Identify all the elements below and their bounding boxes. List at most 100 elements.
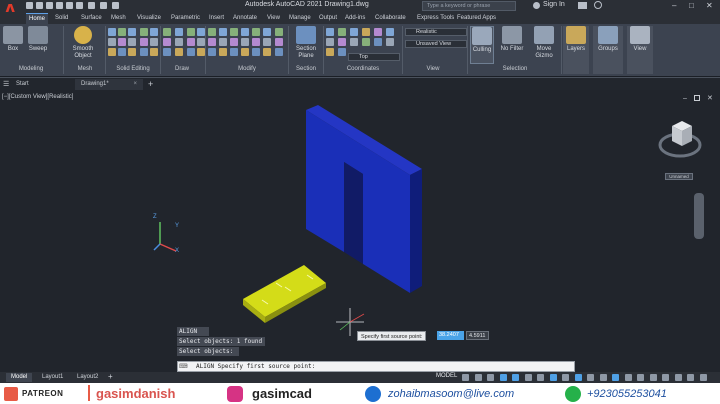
redo-icon[interactable] [100, 2, 107, 9]
ribbon-tool-icon[interactable] [140, 28, 148, 36]
view-panel-button[interactable]: View [627, 26, 653, 74]
ribbon-tool-icon[interactable] [219, 38, 227, 46]
ribbon-tool-icon[interactable] [219, 48, 227, 56]
status-toggle-icon[interactable] [537, 374, 544, 381]
ribbon-tool-icon[interactable] [108, 38, 116, 46]
status-toggle-icon[interactable] [499, 374, 507, 381]
ribbon-tool-icon[interactable] [187, 38, 195, 46]
ribbon-tool-icon[interactable] [338, 38, 346, 46]
tab-layout2[interactable]: Layout2 [72, 373, 103, 382]
model-space[interactable]: Z Y X [0, 90, 720, 372]
close-icon[interactable]: ✕ [706, 1, 713, 10]
tab-surface[interactable]: Surface [78, 13, 105, 24]
status-toggle-icon[interactable] [462, 374, 469, 381]
ribbon-tool-icon[interactable] [128, 28, 136, 36]
status-toggle-icon[interactable] [674, 374, 682, 381]
blue-wall-solid[interactable] [306, 105, 422, 293]
ribbon-tool-icon[interactable] [350, 38, 358, 46]
ribbon-tool-icon[interactable] [150, 38, 158, 46]
ribbon-tool-icon[interactable] [175, 28, 183, 36]
ribbon-tool-icon[interactable] [326, 38, 334, 46]
ribbon-tool-icon[interactable] [163, 48, 171, 56]
status-toggle-icon[interactable] [687, 374, 694, 381]
tab-visualize[interactable]: Visualize [134, 13, 164, 24]
ribbon-tool-icon[interactable] [208, 38, 216, 46]
layers-button[interactable]: Layers [563, 26, 589, 74]
ribbon-tool-icon[interactable] [187, 28, 195, 36]
visual-style-dropdown[interactable]: Realistic [405, 28, 467, 36]
ribbon-tool-icon[interactable] [163, 38, 171, 46]
tab-collaborate[interactable]: Collaborate [372, 13, 409, 24]
print-icon[interactable] [76, 2, 83, 9]
section-plane-button[interactable]: Section Plane [293, 26, 319, 60]
search-input[interactable]: Type a keyword or phrase [422, 1, 516, 11]
tab-annotate[interactable]: Annotate [230, 13, 260, 24]
ribbon-tool-icon[interactable] [275, 38, 283, 46]
ribbon-tool-icon[interactable] [128, 48, 136, 56]
ribbon-tool-icon[interactable] [263, 48, 271, 56]
ribbon-tool-icon[interactable] [374, 38, 382, 46]
status-toggle-icon[interactable] [612, 374, 619, 381]
sweep-button[interactable]: Sweep [26, 26, 50, 52]
ribbon-tool-icon[interactable] [219, 28, 227, 36]
ribbon-tool-icon[interactable] [230, 48, 238, 56]
ribbon-tool-icon[interactable] [187, 48, 195, 56]
ribbon-tool-icon[interactable] [230, 38, 238, 46]
maximize-icon[interactable]: □ [689, 1, 694, 10]
status-toggle-icon[interactable] [649, 374, 657, 381]
share-icon[interactable] [112, 2, 119, 9]
ribbon-tool-icon[interactable] [108, 48, 116, 56]
tab-view[interactable]: View [264, 13, 283, 24]
ribbon-tool-icon[interactable] [163, 28, 171, 36]
status-toggle-icon[interactable] [549, 374, 557, 381]
status-toggle-icon[interactable] [699, 374, 707, 381]
cart-icon[interactable] [578, 2, 587, 9]
ribbon-tool-icon[interactable] [108, 28, 116, 36]
ribbon-tool-icon[interactable] [208, 28, 216, 36]
ucs-menu[interactable]: Unnamed [665, 173, 693, 180]
tab-manage[interactable]: Manage [286, 13, 314, 24]
model-space-toggle[interactable]: MODEL [436, 373, 457, 379]
status-toggle-icon[interactable] [662, 374, 669, 381]
sign-in-button[interactable]: Sign In [543, 1, 565, 8]
ribbon-tool-icon[interactable] [140, 38, 148, 46]
ribbon-tool-icon[interactable] [362, 28, 370, 36]
saved-view-dropdown[interactable]: Unsaved View [405, 40, 467, 48]
add-layout-icon[interactable]: + [108, 372, 113, 381]
ribbon-tool-icon[interactable] [175, 38, 183, 46]
ribbon-tool-icon[interactable] [208, 48, 216, 56]
dynamic-input-y[interactable]: 4.5911 [466, 331, 489, 340]
smooth-object-button[interactable]: Smooth Object [68, 26, 98, 60]
tab-featured-apps[interactable]: Featured Apps [454, 13, 499, 24]
ribbon-tool-icon[interactable] [350, 28, 358, 36]
ribbon-tool-icon[interactable] [118, 48, 126, 56]
tab-home[interactable]: Home [26, 13, 49, 24]
ribbon-tool-icon[interactable] [241, 28, 249, 36]
ribbon-tool-icon[interactable] [150, 28, 158, 36]
save-as-icon[interactable] [56, 2, 63, 9]
ribbon-tool-icon[interactable] [338, 48, 346, 56]
minimize-icon[interactable]: – [672, 1, 676, 10]
tab-output[interactable]: Output [316, 13, 340, 24]
status-toggle-icon[interactable] [637, 374, 644, 381]
tab-insert[interactable]: Insert [206, 13, 227, 24]
close-tab-icon[interactable]: × [133, 79, 137, 90]
ribbon-tool-icon[interactable] [197, 38, 205, 46]
ribbon-tool-icon[interactable] [175, 48, 183, 56]
status-toggle-icon[interactable] [599, 374, 607, 381]
ribbon-tool-icon[interactable] [275, 48, 283, 56]
groups-button[interactable]: Groups [593, 26, 623, 74]
ribbon-tool-icon[interactable] [338, 28, 346, 36]
dynamic-input-x[interactable]: 38.2407 [437, 331, 464, 340]
ribbon-tool-icon[interactable] [386, 38, 394, 46]
ribbon-tool-icon[interactable] [362, 38, 370, 46]
ribbon-tool-icon[interactable] [326, 28, 334, 36]
status-toggle-icon[interactable] [474, 374, 482, 381]
menu-icon[interactable]: ☰ [3, 80, 9, 88]
open-icon[interactable] [36, 2, 43, 9]
ribbon-tool-icon[interactable] [197, 28, 205, 36]
viewcube[interactable] [658, 121, 702, 158]
tab-add-ins[interactable]: Add-ins [342, 13, 368, 24]
undo-icon[interactable] [88, 2, 95, 9]
ribbon-tool-icon[interactable] [263, 38, 271, 46]
